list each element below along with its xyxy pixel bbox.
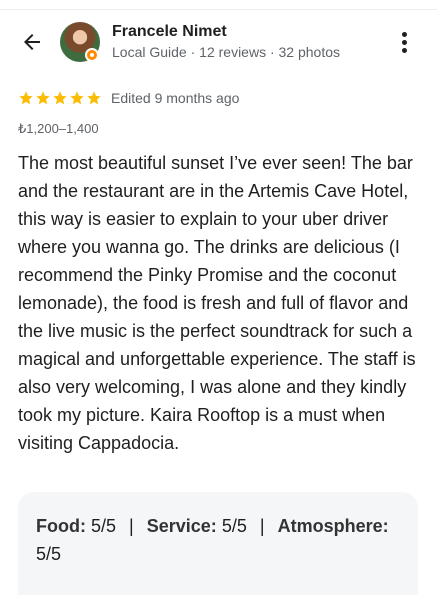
top-divider: [0, 0, 437, 10]
atmosphere-value: 5/5: [36, 544, 62, 564]
back-button[interactable]: [20, 30, 44, 54]
star-icon: [87, 91, 101, 105]
star-icon: [36, 91, 50, 105]
atmosphere-label: Atmosphere:: [277, 516, 389, 536]
service-label: Service:: [146, 516, 217, 536]
more-options-button[interactable]: [394, 30, 414, 56]
service-value: 5/5: [221, 516, 247, 536]
arrow-left-icon: [24, 34, 40, 50]
separator: |: [129, 516, 134, 536]
separator: |: [259, 516, 265, 536]
edited-timestamp: Edited 9 months ago: [111, 90, 240, 106]
food-value: 5/5: [91, 516, 117, 536]
star-icon: [70, 91, 84, 105]
star-rating: [18, 90, 102, 106]
reviewer-name[interactable]: Francele Nimet: [112, 23, 227, 41]
more-vert-icon: [402, 32, 407, 37]
reviewer-meta: Local Guide · 12 reviews · 32 photos: [112, 44, 341, 60]
food-label: Food:: [36, 516, 86, 536]
local-guide-badge-icon: [85, 48, 99, 62]
price-range: ₺1,200–1,400: [18, 121, 99, 136]
attribute-ratings: Food: 5/5 | Service: 5/5 | Atmosphere: 5…: [36, 512, 400, 568]
star-icon: [53, 91, 67, 105]
review-attributes-card: Food: 5/5 | Service: 5/5 | Atmosphere: 5…: [18, 492, 418, 595]
star-icon: [19, 91, 33, 105]
review-header: Francele Nimet Local Guide · 12 reviews …: [0, 18, 437, 66]
review-text: The most beautiful sunset I’ve ever seen…: [18, 153, 416, 453]
rating-row: Edited 9 months ago: [18, 88, 239, 108]
